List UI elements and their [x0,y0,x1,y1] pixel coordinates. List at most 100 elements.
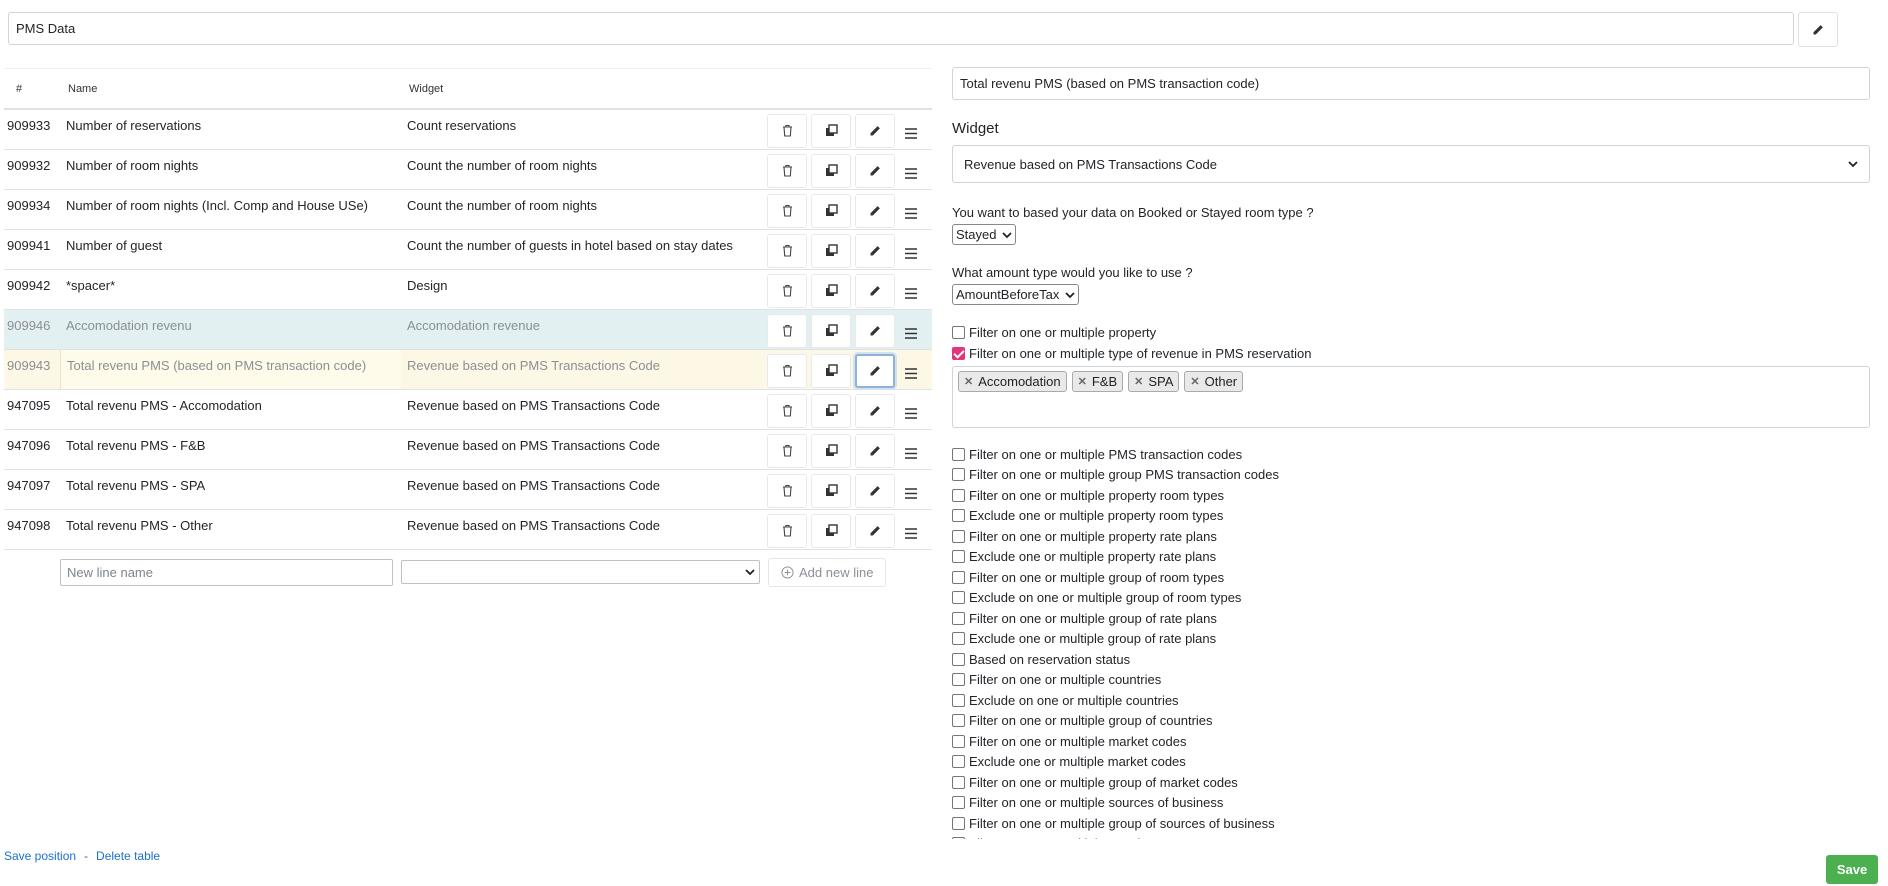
duplicate-row-button[interactable] [811,153,851,188]
filter-checkbox-row[interactable]: Filter on one or multiple travel reasons [952,834,1870,839]
row-drag-handle[interactable] [899,322,923,339]
filter-checkbox-row[interactable]: Filter on one or multiple countries [952,670,1870,691]
edit-row-button[interactable] [855,153,895,188]
edit-row-button[interactable] [855,233,895,268]
filter-checkbox[interactable] [952,591,965,605]
filter-checkbox[interactable] [952,816,965,830]
delete-row-button[interactable] [767,193,807,228]
filter-checkbox[interactable] [952,570,965,584]
filter-checkbox-row[interactable]: Exclude on one or multiple group of room… [952,588,1870,609]
add-new-line-button[interactable]: Add new line [768,557,887,587]
filter-checkbox[interactable] [952,611,965,625]
filter-checkbox[interactable] [952,837,965,839]
filter-revenue-type-checkbox-row[interactable]: Filter on one or multiple type of revenu… [952,345,1870,362]
filter-checkbox-row[interactable]: Exclude one or multiple group of rate pl… [952,629,1870,650]
filter-checkbox-row[interactable]: Filter on one or multiple group of count… [952,711,1870,732]
row-drag-handle[interactable] [899,482,923,499]
duplicate-row-button[interactable] [811,513,851,548]
filter-checkbox-row[interactable]: Filter on one or multiple market codes [952,731,1870,752]
row-drag-handle[interactable] [899,402,923,419]
row-drag-handle[interactable] [899,282,923,299]
save-position-link[interactable]: Save position [4,849,76,863]
filter-property-checkbox[interactable] [952,326,965,339]
duplicate-row-button[interactable] [811,433,851,468]
filter-checkbox-row[interactable]: Filter on one or multiple PMS transactio… [952,444,1870,465]
row-drag-handle[interactable] [899,442,923,459]
edit-row-button[interactable] [855,113,895,148]
edit-row-button[interactable] [855,513,895,548]
filter-checkbox-row[interactable]: Filter on one or multiple group of rate … [952,608,1870,629]
edit-row-button[interactable] [855,473,895,508]
row-drag-handle[interactable] [899,522,923,539]
filter-checkbox[interactable] [952,550,965,564]
amount-select[interactable]: AmountBeforeTax [952,284,1080,305]
duplicate-row-button[interactable] [811,233,851,268]
filter-checkbox[interactable] [952,652,965,666]
duplicate-row-button[interactable] [811,193,851,228]
revenue-type-multiselect[interactable]: ✕ Accomodation ✕ F&B ✕ SPA ✕ Other [952,366,1870,428]
duplicate-row-button[interactable] [811,313,851,348]
duplicate-row-button[interactable] [811,473,851,508]
filter-checkbox[interactable] [952,447,965,461]
delete-row-button[interactable] [767,433,807,468]
filter-checkbox-row[interactable]: Filter on one or multiple group of room … [952,567,1870,588]
delete-row-button[interactable] [767,233,807,268]
row-drag-handle[interactable] [899,202,923,219]
delete-row-button[interactable] [767,473,807,508]
save-button[interactable]: Save [1826,855,1878,884]
duplicate-row-button[interactable] [811,113,851,148]
row-drag-handle[interactable] [899,122,923,139]
row-drag-handle[interactable] [899,162,923,179]
remove-tag-icon[interactable]: ✕ [1190,375,1199,388]
filter-checkbox-row[interactable]: Filter on one or multiple property rate … [952,526,1870,547]
delete-row-button[interactable] [767,313,807,348]
filter-checkbox-row[interactable]: Based on reservation status [952,649,1870,670]
filter-checkbox-row[interactable]: Filter on one or multiple group of marke… [952,772,1870,793]
duplicate-row-button[interactable] [811,273,851,308]
remove-tag-icon[interactable]: ✕ [1078,375,1087,388]
filter-checkbox[interactable] [952,796,965,810]
delete-row-button[interactable] [767,353,807,388]
remove-tag-icon[interactable]: ✕ [1134,375,1143,388]
new-line-name-input[interactable] [60,558,393,586]
filter-checkbox[interactable] [952,529,965,543]
edit-row-button[interactable] [855,433,895,468]
edit-row-button[interactable] [855,353,895,388]
filter-checkbox-row[interactable]: Filter on one or multiple property room … [952,485,1870,506]
duplicate-row-button[interactable] [811,393,851,428]
edit-row-button[interactable] [855,193,895,228]
filter-checkbox-row[interactable]: Exclude one or multiple property rate pl… [952,547,1870,568]
delete-row-button[interactable] [767,153,807,188]
filter-checkbox[interactable] [952,509,965,523]
duplicate-row-button[interactable] [811,353,851,388]
edit-row-button[interactable] [855,313,895,348]
row-drag-handle[interactable] [899,362,923,379]
delete-table-link[interactable]: Delete table [96,849,160,863]
filter-checkbox[interactable] [952,734,965,748]
new-line-widget-select[interactable] [401,560,760,584]
delete-row-button[interactable] [767,113,807,148]
room-type-select[interactable]: Stayed [952,224,1017,245]
edit-row-button[interactable] [855,393,895,428]
edit-row-button[interactable] [855,273,895,308]
filter-checkbox[interactable] [952,693,965,707]
filter-checkbox[interactable] [952,468,965,482]
filter-checkbox-row[interactable]: Exclude on one or multiple countries [952,690,1870,711]
filter-checkbox-row[interactable]: Exclude one or multiple property room ty… [952,506,1870,527]
filter-checkbox[interactable] [952,755,965,769]
table-title-field[interactable]: PMS Data [8,12,1794,45]
filter-checkbox-row[interactable]: Filter on one or multiple group PMS tran… [952,465,1870,486]
filter-property-checkbox-row[interactable]: Filter on one or multiple property [952,324,1870,341]
filter-checkbox-row[interactable]: Exclude one or multiple market codes [952,752,1870,773]
filter-checkbox-row[interactable]: Filter on one or multiple sources of bus… [952,793,1870,814]
filter-checkbox[interactable] [952,673,965,687]
delete-row-button[interactable] [767,273,807,308]
filter-checkbox-row[interactable]: Filter on one or multiple group of sourc… [952,813,1870,834]
delete-row-button[interactable] [767,393,807,428]
line-name-input[interactable]: Total revenu PMS (based on PMS transacti… [952,67,1870,100]
edit-title-button[interactable] [1798,12,1838,47]
remove-tag-icon[interactable]: ✕ [964,375,973,388]
row-drag-handle[interactable] [899,242,923,259]
filter-checkbox[interactable] [952,775,965,789]
filter-checkbox[interactable] [952,488,965,502]
